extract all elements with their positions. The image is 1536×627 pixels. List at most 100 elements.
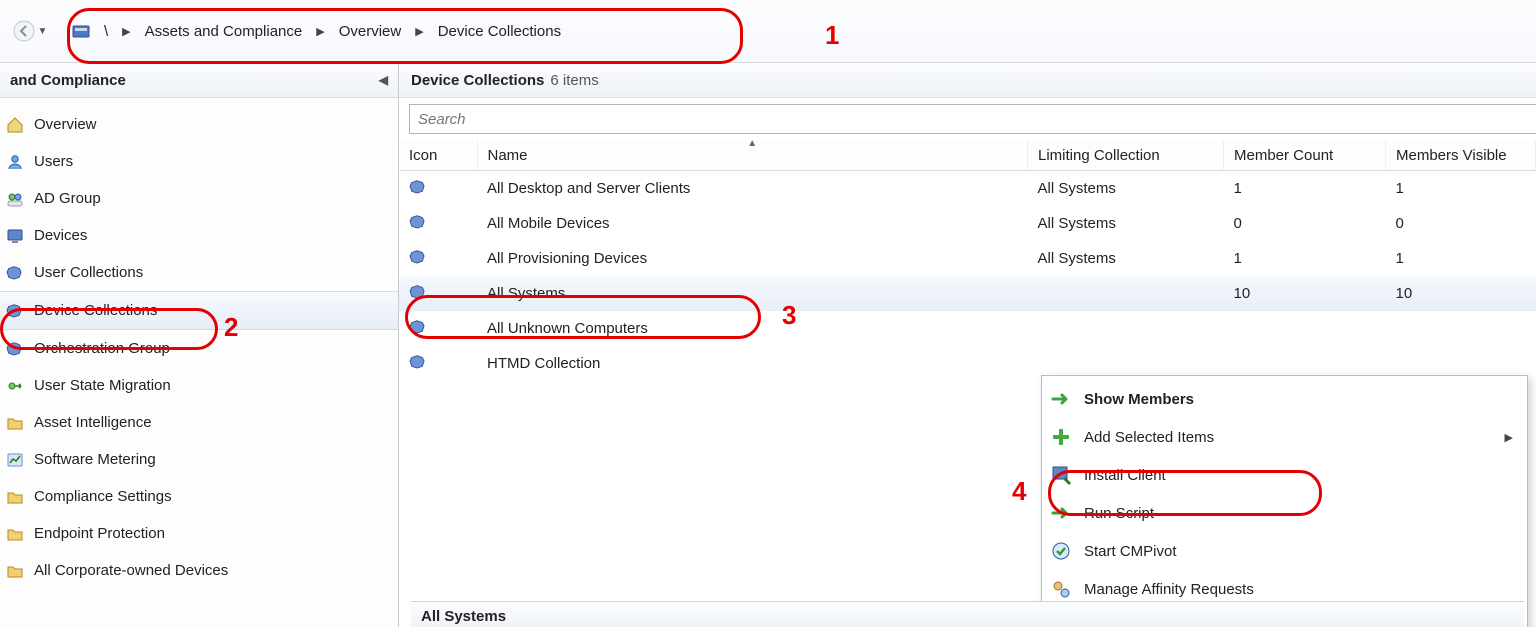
table-row[interactable]: All Desktop and Server ClientsAll System… xyxy=(399,171,1536,207)
cell-name: HTMD Collection xyxy=(477,346,1028,381)
nav-item-endpoint-protection[interactable]: Endpoint Protection xyxy=(0,515,398,552)
cell-visible: 10 xyxy=(1386,276,1536,311)
column-header[interactable]: Members Visible xyxy=(1386,140,1536,171)
chevron-right-icon: ▶ xyxy=(1505,431,1513,444)
cell-name: All Provisioning Devices xyxy=(477,241,1028,276)
ctx-start-cmpivot[interactable]: Start CMPivot xyxy=(1044,532,1525,570)
table-row[interactable]: All Provisioning DevicesAll Systems11 xyxy=(399,241,1536,276)
migrate-icon xyxy=(6,377,24,395)
back-dropdown-button[interactable]: ▼ xyxy=(0,0,60,62)
cell-limit: All Systems xyxy=(1028,241,1224,276)
column-header-label: Limiting Collection xyxy=(1038,147,1160,164)
column-header[interactable]: Icon xyxy=(399,140,477,171)
table-row[interactable]: All Systems 1010 xyxy=(399,276,1536,311)
nav-item-all-corporate-owned-devices[interactable]: All Corporate-owned Devices xyxy=(0,552,398,589)
breadcrumb-item-1[interactable]: Overview xyxy=(339,23,402,40)
arrow-right2-icon xyxy=(1050,502,1072,524)
device-icon xyxy=(6,227,24,245)
nav-item-compliance-settings[interactable]: Compliance Settings xyxy=(0,478,398,515)
table-row[interactable]: All Mobile DevicesAll Systems00 xyxy=(399,206,1536,241)
arrow-right-icon xyxy=(1050,388,1072,410)
cell-visible: 1 xyxy=(1386,241,1536,276)
nav-item-label: Devices xyxy=(34,227,87,244)
cmpivot-icon xyxy=(1050,540,1072,562)
plus-icon xyxy=(1050,426,1072,448)
collapse-nav-icon[interactable]: ◀ xyxy=(379,73,388,87)
back-arrow-icon xyxy=(13,20,35,42)
home-icon xyxy=(6,116,24,134)
content-count: 6 items xyxy=(550,72,598,89)
nav-item-label: User Collections xyxy=(34,264,143,281)
ctx-run-script[interactable]: Run Script xyxy=(1044,494,1525,532)
breadcrumb-item-0[interactable]: Assets and Compliance xyxy=(145,23,303,40)
cell-limit xyxy=(1028,311,1224,346)
breadcrumb-item-2[interactable]: Device Collections xyxy=(438,23,561,40)
nav-item-devices[interactable]: Devices xyxy=(0,217,398,254)
ctx-install-client[interactable]: Install Client xyxy=(1044,456,1525,494)
chevron-right-icon: ▶ xyxy=(415,25,423,38)
nav-item-label: Device Collections xyxy=(34,302,157,319)
cell-limit: All Systems xyxy=(1028,171,1224,207)
column-header-label: Member Count xyxy=(1234,147,1333,164)
ctx-item-label: Show Members xyxy=(1084,391,1513,408)
nav-item-asset-intelligence[interactable]: Asset Intelligence xyxy=(0,404,398,441)
nav-item-user-state-migration[interactable]: User State Migration xyxy=(0,367,398,404)
cell-name: All Unknown Computers xyxy=(477,311,1028,346)
meter-icon xyxy=(6,451,24,469)
column-header[interactable]: Member Count xyxy=(1224,140,1386,171)
breadcrumb-bar: ▼ \ ▶ Assets and Compliance ▶ Overview ▶… xyxy=(0,0,1536,63)
ctx-show-members[interactable]: Show Members xyxy=(1044,380,1525,418)
nav-item-ad-group[interactable]: AD Group xyxy=(0,180,398,217)
nav-item-orchestration-group[interactable]: Orchestration Group xyxy=(0,330,398,367)
workspace: and Compliance ◀ Overview Users AD Group… xyxy=(0,63,1536,627)
column-header[interactable]: ▲Name xyxy=(477,140,1028,171)
table-row[interactable]: All Unknown Computers xyxy=(399,311,1536,346)
cell-name: All Desktop and Server Clients xyxy=(477,171,1028,207)
column-header-label: Members Visible xyxy=(1396,147,1507,164)
details-pane-title: All Systems xyxy=(411,601,1524,627)
column-header[interactable]: Limiting Collection xyxy=(1028,140,1224,171)
folder-icon xyxy=(6,488,24,506)
nav-item-device-collections[interactable]: Device Collections xyxy=(0,291,398,330)
collection-icon xyxy=(409,213,427,229)
cell-count: 1 xyxy=(1224,241,1386,276)
cell-limit: All Systems xyxy=(1028,206,1224,241)
nav-item-label: Endpoint Protection xyxy=(34,525,165,542)
adgroup-icon xyxy=(6,190,24,208)
cell-count: 0 xyxy=(1224,206,1386,241)
nav-list: Overview Users AD Group Devices User Col… xyxy=(0,98,398,589)
collection-icon xyxy=(409,178,427,194)
ctx-item-label: Run Script xyxy=(1084,505,1513,522)
ctx-item-label: Add Selected Items xyxy=(1084,429,1493,446)
collections-grid: Icon ▲Name Limiting Collection Member Count… xyxy=(399,140,1536,381)
nav-item-software-metering[interactable]: Software Metering xyxy=(0,441,398,478)
cell-count: 10 xyxy=(1224,276,1386,311)
cell-limit xyxy=(1028,276,1224,311)
ctx-item-label: Manage Affinity Requests xyxy=(1084,581,1513,598)
nav-item-label: Users xyxy=(34,153,73,170)
nav-header-title: and Compliance xyxy=(10,72,126,89)
folder-icon xyxy=(6,414,24,432)
cell-visible: 1 xyxy=(1386,171,1536,207)
ctx-item-label: Start CMPivot xyxy=(1084,543,1513,560)
nav-item-users[interactable]: Users xyxy=(0,143,398,180)
content-title: Device Collections xyxy=(411,72,544,89)
collection-icon xyxy=(6,302,24,320)
collection-icon xyxy=(409,353,427,369)
nav-item-user-collections[interactable]: User Collections xyxy=(0,254,398,291)
column-header-label: Icon xyxy=(409,147,437,164)
nav-item-label: Orchestration Group xyxy=(34,340,170,357)
ctx-add-selected-items[interactable]: Add Selected Items ▶ xyxy=(1044,418,1525,456)
cell-visible xyxy=(1386,311,1536,346)
folder-icon xyxy=(6,525,24,543)
search-input[interactable] xyxy=(409,104,1536,134)
chevron-right-icon: ▶ xyxy=(122,25,130,38)
cell-visible: 0 xyxy=(1386,206,1536,241)
folder-icon xyxy=(6,562,24,580)
collection-icon xyxy=(409,248,427,264)
cell-name: All Systems xyxy=(477,276,1028,311)
nav-item-overview[interactable]: Overview xyxy=(0,106,398,143)
nav-header: and Compliance ◀ xyxy=(0,63,398,98)
nav-item-label: AD Group xyxy=(34,190,101,207)
navigation-pane: and Compliance ◀ Overview Users AD Group… xyxy=(0,63,399,627)
